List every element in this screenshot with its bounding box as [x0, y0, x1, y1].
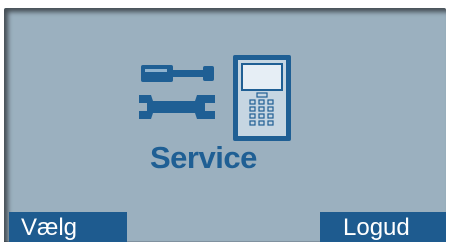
- device-bezel: Service Vælg Logud: [0, 0, 454, 242]
- select-softkey-button[interactable]: Vælg: [9, 212, 127, 242]
- logout-softkey-button[interactable]: Logud: [320, 212, 446, 242]
- display-screen: Service Vælg Logud: [4, 8, 446, 242]
- keypad-device-icon: [233, 55, 291, 141]
- wrench-icon: [139, 95, 215, 119]
- service-label: Service: [150, 140, 257, 175]
- service-icon-group: [139, 55, 291, 141]
- screwdriver-icon: [141, 65, 214, 82]
